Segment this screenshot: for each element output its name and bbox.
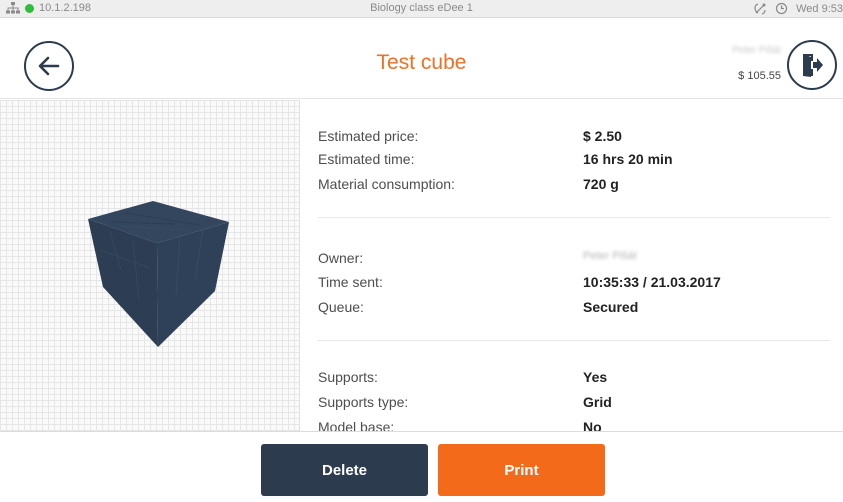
status-bar: 10.1.2.198 Biology class eDee 1 Wed 9:53 bbox=[0, 0, 843, 18]
divider bbox=[318, 340, 830, 341]
divider bbox=[318, 217, 830, 218]
alarm-clock-icon bbox=[775, 2, 788, 15]
print-job-details[interactable]: Estimated price: $ 2.50 Estimated time: … bbox=[301, 100, 843, 431]
clock-text: Wed 9:53 bbox=[796, 2, 843, 15]
status-right: Wed 9:53 bbox=[753, 2, 843, 15]
app-header: Test cube Peter Pišát $ 105.55 bbox=[0, 19, 843, 99]
user-balance: $ 105.55 bbox=[738, 70, 781, 82]
logout-door-icon bbox=[803, 54, 823, 77]
action-bar: Delete Print bbox=[0, 431, 843, 502]
page-title: Test cube bbox=[376, 51, 467, 74]
model-preview[interactable] bbox=[0, 100, 300, 431]
cube-model-render bbox=[88, 201, 229, 347]
print-button[interactable]: Print bbox=[438, 444, 605, 496]
delete-button[interactable]: Delete bbox=[261, 444, 428, 496]
device-name: Biology class eDee 1 bbox=[370, 2, 473, 14]
logout-button[interactable] bbox=[787, 40, 837, 90]
user-name: Peter Pišát bbox=[732, 45, 781, 56]
antenna-icon bbox=[753, 2, 767, 15]
